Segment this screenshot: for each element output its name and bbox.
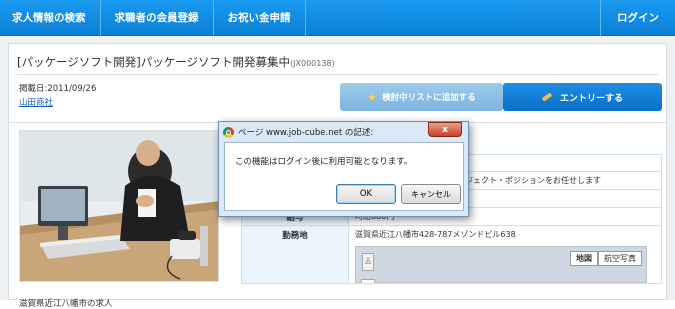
job-photo xyxy=(19,130,219,282)
entry-button[interactable]: エントリーする xyxy=(503,83,662,111)
dialog-body: この機能はログイン後に利用可能となります。 OK キャンセル xyxy=(224,142,464,211)
nav-bonus-application[interactable]: お祝い金申請 xyxy=(214,0,306,36)
nav-search-jobs[interactable]: 求人情報の検索 xyxy=(0,0,101,36)
cancel-button[interactable]: キャンセル xyxy=(401,184,461,204)
table-row: 勤務地 滋賀県近江八幡市428-787メゾンドビル638 ♙ + 地図 航空写真 xyxy=(241,226,662,284)
dialog-message: この機能はログイン後に利用可能となります。 xyxy=(235,157,413,167)
dialog-title-bar: ページ www.job-cube.net の記述: xyxy=(223,125,373,139)
login-link[interactable]: ログイン xyxy=(600,0,675,36)
entry-button-label: エントリーする xyxy=(559,93,623,104)
divider xyxy=(17,74,658,75)
photo-caption: 滋賀県近江八幡市の求人 xyxy=(19,299,113,309)
star-icon: ★ xyxy=(367,90,378,104)
job-code: (JX000138) xyxy=(290,59,335,68)
job-title-text: [パッケージソフト開発]パッケージソフト開発募集中 xyxy=(17,55,291,69)
pegman-icon[interactable]: ♙ xyxy=(362,253,374,271)
zoom-in-button[interactable]: + xyxy=(361,279,375,283)
alert-dialog: ページ www.job-cube.net の記述: x この機能はログイン後に利… xyxy=(218,121,469,217)
nav-register[interactable]: 求職者の会員登録 xyxy=(101,0,214,36)
post-date: 掲載日:2011/09/26 xyxy=(19,84,97,94)
satellite-view-button[interactable]: 航空写真 xyxy=(598,251,642,266)
chrome-icon xyxy=(223,126,234,138)
map-type-control: 地図 航空写真 xyxy=(570,251,642,266)
location-map[interactable]: ♙ + 地図 航空写真 xyxy=(355,246,647,283)
location-cell: 滋賀県近江八幡市428-787メゾンドビル638 ♙ + 地図 航空写真 xyxy=(349,226,661,283)
job-title: [パッケージソフト開発]パッケージソフト開発募集中(JX000138) xyxy=(17,54,335,70)
location-label: 勤務地 xyxy=(242,226,349,283)
watch-button-label: 検討中リストに追加する xyxy=(382,93,476,103)
company-link[interactable]: 山田商社 xyxy=(19,96,53,108)
map-view-button[interactable]: 地図 xyxy=(570,251,598,266)
add-to-watchlist-button[interactable]: ★ 検討中リストに追加する xyxy=(340,83,503,111)
dialog-title: ページ www.job-cube.net の記述: xyxy=(238,128,374,138)
pencil-icon xyxy=(541,92,553,102)
location-value: 滋賀県近江八幡市428-787メゾンドビル638 xyxy=(355,230,516,239)
close-button[interactable]: x xyxy=(428,122,462,137)
top-nav: 求人情報の検索 求職者の会員登録 お祝い金申請 ログイン xyxy=(0,0,675,36)
ok-button[interactable]: OK xyxy=(336,184,396,204)
